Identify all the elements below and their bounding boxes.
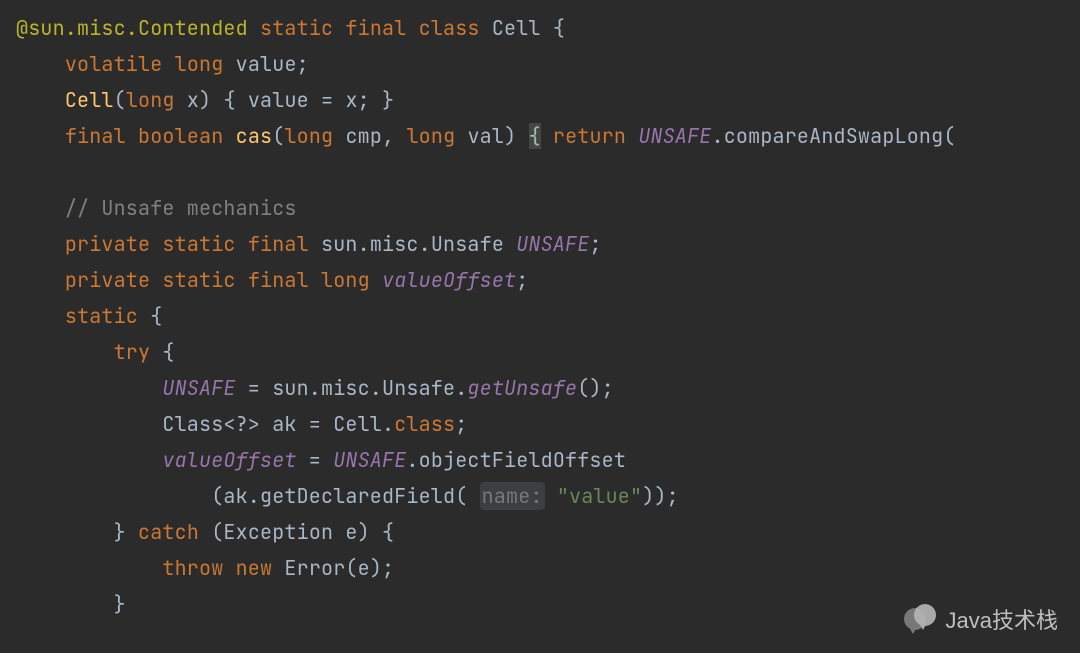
code-line-3: Cell(long x) { value = x; } — [16, 87, 394, 113]
paren-open: ( — [272, 123, 284, 149]
ctor-body: { value = x; } — [223, 87, 394, 113]
keyword-try: try — [114, 339, 151, 365]
keyword-static: static — [162, 267, 235, 293]
field-valueoffset: valueOffset — [162, 447, 296, 473]
code-line-12: valueOffset = UNSAFE.objectFieldOffset — [16, 447, 626, 473]
param-val: val — [467, 123, 504, 149]
paren-close: ) — [199, 87, 211, 113]
keyword-new: new — [236, 555, 273, 581]
annotation: @sun.misc.Contended — [16, 15, 248, 41]
keyword-long: long — [126, 87, 175, 113]
paren-open: ( — [114, 87, 126, 113]
keyword-long: long — [175, 51, 224, 77]
keyword-long: long — [321, 267, 370, 293]
paren-close: ) — [504, 123, 516, 149]
code-line-11: Class<?> ak = Cell.class; — [16, 411, 467, 437]
param-hint-name: name: — [480, 482, 545, 510]
code-editor[interactable]: @sun.misc.Contended static final class C… — [0, 0, 1080, 622]
code-line-14: } catch (Exception e) { — [16, 519, 394, 545]
brace-open: { — [150, 303, 162, 329]
end: (); — [577, 375, 614, 401]
field-unsafe: UNSAFE — [162, 375, 235, 401]
field-valueoffset: valueOffset — [382, 267, 516, 293]
code-line-5: // Unsafe mechanics — [16, 195, 297, 221]
brace-open: { — [382, 519, 394, 545]
keyword-class: class — [419, 15, 480, 41]
param-cmp: cmp — [345, 123, 382, 149]
keyword-catch: catch — [138, 519, 199, 545]
keyword-long: long — [406, 123, 455, 149]
keyword-final: final — [248, 267, 309, 293]
keyword-final: final — [65, 123, 126, 149]
ctor-cell: Cell — [65, 87, 114, 113]
type-unsafe: sun.misc.Unsafe — [321, 231, 504, 257]
keyword-private: private — [65, 231, 150, 257]
semicolon: ; — [297, 51, 309, 77]
keyword-final: final — [345, 15, 406, 41]
keyword-boolean: boolean — [138, 123, 223, 149]
class-decl: Class<?> ak = Cell. — [162, 411, 394, 437]
ident-value: value — [236, 51, 297, 77]
code-line-9: try { — [16, 339, 175, 365]
brace-close: } — [114, 591, 126, 617]
keyword-throw: throw — [162, 555, 223, 581]
brace-open-hl: { — [529, 123, 541, 149]
catch-param: (Exception e) — [211, 519, 370, 545]
keyword-class: class — [394, 411, 455, 437]
keyword-private: private — [65, 267, 150, 293]
keyword-final: final — [248, 231, 309, 257]
keyword-volatile: volatile — [65, 51, 163, 77]
code-line-16: } — [16, 591, 126, 617]
comment: // Unsafe mechanics — [65, 195, 297, 221]
dot: . — [712, 123, 724, 149]
semicolon: ; — [455, 411, 467, 437]
brace-close: } — [114, 519, 126, 545]
code-line-15: throw new Error(e); — [16, 555, 394, 581]
keyword-static: static — [260, 15, 333, 41]
call-compareandswaplong: compareAndSwapLong( — [724, 123, 956, 149]
code-line-7: private static final long valueOffset; — [16, 267, 528, 293]
end: )); — [642, 483, 679, 509]
field-unsafe: UNSAFE — [638, 123, 711, 149]
semicolon: ; — [516, 267, 528, 293]
code-line-13: (ak.getDeclaredField( name: "value")); — [16, 482, 679, 510]
code-line-6: private static final sun.misc.Unsafe UNS… — [16, 231, 602, 257]
keyword-long: long — [284, 123, 333, 149]
code-line-blank — [16, 159, 28, 185]
call-getunsafe: getUnsafe — [467, 375, 577, 401]
class-name: Cell — [492, 15, 541, 41]
paren-content: (ak.getDeclaredField( — [211, 483, 467, 509]
assign: = — [297, 447, 334, 473]
param-x: x — [187, 87, 199, 113]
code-line-10: UNSAFE = sun.misc.Unsafe.getUnsafe(); — [16, 375, 614, 401]
code-line-2: volatile long value; — [16, 51, 309, 77]
semicolon: ; — [382, 555, 394, 581]
keyword-static: static — [65, 303, 138, 329]
assign: = sun.misc.Unsafe. — [236, 375, 468, 401]
method-cas: cas — [236, 123, 273, 149]
call-objectfieldoffset: .objectFieldOffset — [406, 447, 626, 473]
code-line-8: static { — [16, 303, 162, 329]
keyword-return: return — [553, 123, 626, 149]
semicolon: ; — [589, 231, 601, 257]
brace-open: { — [553, 15, 565, 41]
string-value: "value" — [557, 483, 642, 509]
brace-open: { — [162, 339, 174, 365]
field-unsafe: UNSAFE — [333, 447, 406, 473]
comma: , — [382, 123, 394, 149]
code-line-4: final boolean cas(long cmp, long val) { … — [16, 123, 956, 149]
keyword-static: static — [162, 231, 235, 257]
code-line-1: @sun.misc.Contended static final class C… — [16, 15, 565, 41]
field-unsafe: UNSAFE — [516, 231, 589, 257]
error-ctor: Error(e) — [284, 555, 382, 581]
